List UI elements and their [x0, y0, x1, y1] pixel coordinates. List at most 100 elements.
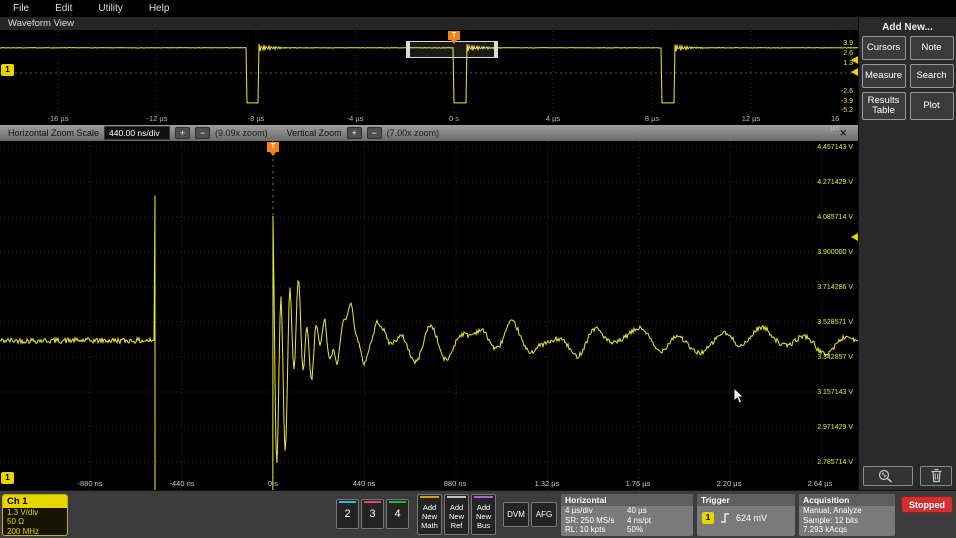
- overview-time-label: 0 s: [448, 114, 460, 123]
- trigger-marker-overview[interactable]: T: [448, 31, 460, 44]
- volt-label: 4.085714 V: [817, 214, 853, 221]
- mouse-cursor-icon: [733, 387, 745, 404]
- volt-label: 3.900000 V: [817, 249, 853, 256]
- overview-volt-label: 3.9: [843, 40, 853, 47]
- trash-icon: [931, 468, 941, 483]
- stopped-button[interactable]: Stopped: [901, 496, 953, 513]
- waveform-view-tab[interactable]: Waveform View: [0, 17, 858, 31]
- time-label: 2.20 µs: [716, 479, 742, 488]
- add-results-table-button[interactable]: Results Table: [861, 92, 906, 120]
- afg-button[interactable]: AFG: [531, 502, 557, 527]
- menu-help[interactable]: Help: [136, 1, 183, 16]
- horizontal-panel[interactable]: Horizontal 4 µs/div 40 µs SR: 250 MS/s 4…: [561, 494, 693, 536]
- acquisition-panel[interactable]: Acquisition Manual, Analyze Sample: 12 b…: [799, 494, 895, 536]
- time-label: -880 ns: [77, 479, 103, 488]
- overview-volt-label: -3.9: [840, 98, 853, 105]
- channel1-bandwidth: 200 MHz: [7, 526, 40, 536]
- channel2-button[interactable]: 2: [336, 499, 359, 529]
- zoomed-waveform-panel[interactable]: 4.457143 V 4.271429 V 4.085714 V 3.90000…: [0, 141, 858, 490]
- channel1-scale: 1.3 V/div: [7, 508, 39, 517]
- acquisition-panel-title: Acquisition: [799, 494, 895, 506]
- trigger-level-marker-icon[interactable]: [851, 68, 858, 76]
- horizontal-position: 50%: [627, 525, 644, 534]
- bottom-control-bar: Ch 1 1.3 V/div 50 Ω 200 MHz 2 3 4 Add New…: [0, 490, 956, 538]
- channel1-impedance: 50 Ω: [7, 517, 25, 527]
- oscilloscope-app: File Edit Utility Help Waveform View 3.9…: [0, 0, 956, 538]
- menu-bar: File Edit Utility Help: [0, 0, 956, 17]
- volt-label: 3.714286 V: [817, 284, 853, 291]
- time-label: 1.32 µs: [534, 479, 560, 488]
- trigger-slope-icon: [721, 513, 729, 523]
- zoom-mode-button[interactable]: [863, 466, 913, 486]
- math-color-strip: [420, 496, 439, 498]
- v-zoom-in-button[interactable]: +: [346, 127, 362, 139]
- overview-time-label: -16 µs: [47, 114, 69, 123]
- channel2-color-strip: [339, 501, 356, 503]
- vertical-zoom-label: Vertical Zoom: [286, 128, 342, 138]
- overview-waveform-panel[interactable]: 3.9 2.6 1.3 -2.6 -3.9 -5.2 T 1: [0, 31, 858, 113]
- time-label: 1.76 µs: [625, 479, 651, 488]
- overview-volt-label: -2.6: [840, 88, 853, 95]
- horizontal-window: 40 µs: [627, 506, 647, 515]
- right-sidebar: Add New... Cursors Note Measure Search R…: [858, 17, 956, 490]
- trigger-source-badge: 1: [702, 512, 714, 524]
- bus-color-strip: [474, 496, 493, 498]
- volt-label: 3.528571 V: [817, 319, 853, 326]
- add-plot-button[interactable]: Plot: [909, 92, 954, 120]
- v-zoom-factor: (7.00x zoom): [386, 128, 440, 138]
- channel4-button[interactable]: 4: [386, 499, 409, 529]
- ref-color-strip: [447, 496, 466, 498]
- time-label: -440 ns: [169, 479, 195, 488]
- horizontal-panel-title: Horizontal: [561, 494, 693, 506]
- volt-label: 4.457143 V: [817, 144, 853, 151]
- overview-time-label: 4 µs: [545, 114, 561, 123]
- channel4-color-strip: [389, 501, 406, 503]
- trash-button[interactable]: [920, 466, 952, 486]
- trigger-marker-main[interactable]: T: [267, 142, 279, 156]
- overview-time-axis: -16 µs -12 µs -8 µs -4 µs 0 s 4 µs 8 µs …: [0, 113, 858, 132]
- menu-edit[interactable]: Edit: [42, 1, 85, 16]
- zoomed-waveform-svg: [0, 141, 858, 490]
- sample-rate: SR: 250 MS/s: [565, 515, 615, 525]
- channel-position-marker-icon[interactable]: [851, 56, 858, 64]
- add-new-title: Add New...: [882, 22, 933, 33]
- resolution: 4 ns/pt: [627, 515, 652, 525]
- time-label: 440 ns: [352, 479, 376, 488]
- channel-position-marker-main-icon[interactable]: [851, 233, 858, 241]
- volt-label: 3.342857 V: [817, 354, 853, 361]
- time-label: 880 ns: [443, 479, 467, 488]
- add-note-button[interactable]: Note: [909, 36, 954, 60]
- menu-file[interactable]: File: [0, 1, 42, 16]
- acquisition-count: 7.293 kAcqs: [803, 525, 848, 534]
- trigger-panel-title: Trigger: [697, 494, 795, 506]
- h-zoom-in-button[interactable]: +: [175, 127, 191, 139]
- channel3-color-strip: [364, 501, 381, 503]
- menu-utility[interactable]: Utility: [85, 1, 135, 16]
- h-zoom-out-button[interactable]: −: [195, 127, 211, 139]
- record-length: RL: 10 kpts: [565, 525, 606, 534]
- add-cursors-button[interactable]: Cursors: [861, 36, 906, 60]
- add-measure-button[interactable]: Measure: [861, 64, 906, 88]
- trigger-panel[interactable]: Trigger 1 624 mV: [697, 494, 795, 536]
- add-new-button-grid: Cursors Note Measure Search Results Tabl…: [859, 36, 956, 120]
- overview-time-label: 12 µs: [741, 114, 761, 123]
- volt-label: 4.271429 V: [817, 179, 853, 186]
- v-zoom-out-button[interactable]: −: [366, 127, 382, 139]
- horizontal-scale: 4 µs/div: [565, 506, 593, 515]
- overview-time-label: -12 µs: [146, 114, 168, 123]
- trigger-level-value: 624 mV: [736, 513, 768, 523]
- volt-label: 3.157143 V: [817, 389, 853, 396]
- add-new-ref-button[interactable]: Add New Ref: [444, 494, 469, 535]
- add-new-math-button[interactable]: Add New Math: [417, 494, 442, 535]
- add-new-bus-button[interactable]: Add New Bus: [471, 494, 496, 535]
- channel1-badge[interactable]: Ch 1 1.3 V/div 50 Ω 200 MHz: [2, 494, 68, 536]
- horizontal-zoom-value-input[interactable]: 440.00 ns/div: [104, 126, 171, 140]
- horizontal-zoom-scale-label: Horizontal Zoom Scale: [8, 128, 100, 138]
- add-search-button[interactable]: Search: [909, 64, 954, 88]
- channel1-marker-main[interactable]: 1: [1, 472, 14, 484]
- channel1-marker-overview[interactable]: 1: [1, 64, 14, 76]
- channel3-button[interactable]: 3: [361, 499, 384, 529]
- overview-time-label: -8 µs: [247, 114, 265, 123]
- time-label: 0 s: [267, 479, 279, 488]
- dvm-button[interactable]: DVM: [503, 502, 529, 527]
